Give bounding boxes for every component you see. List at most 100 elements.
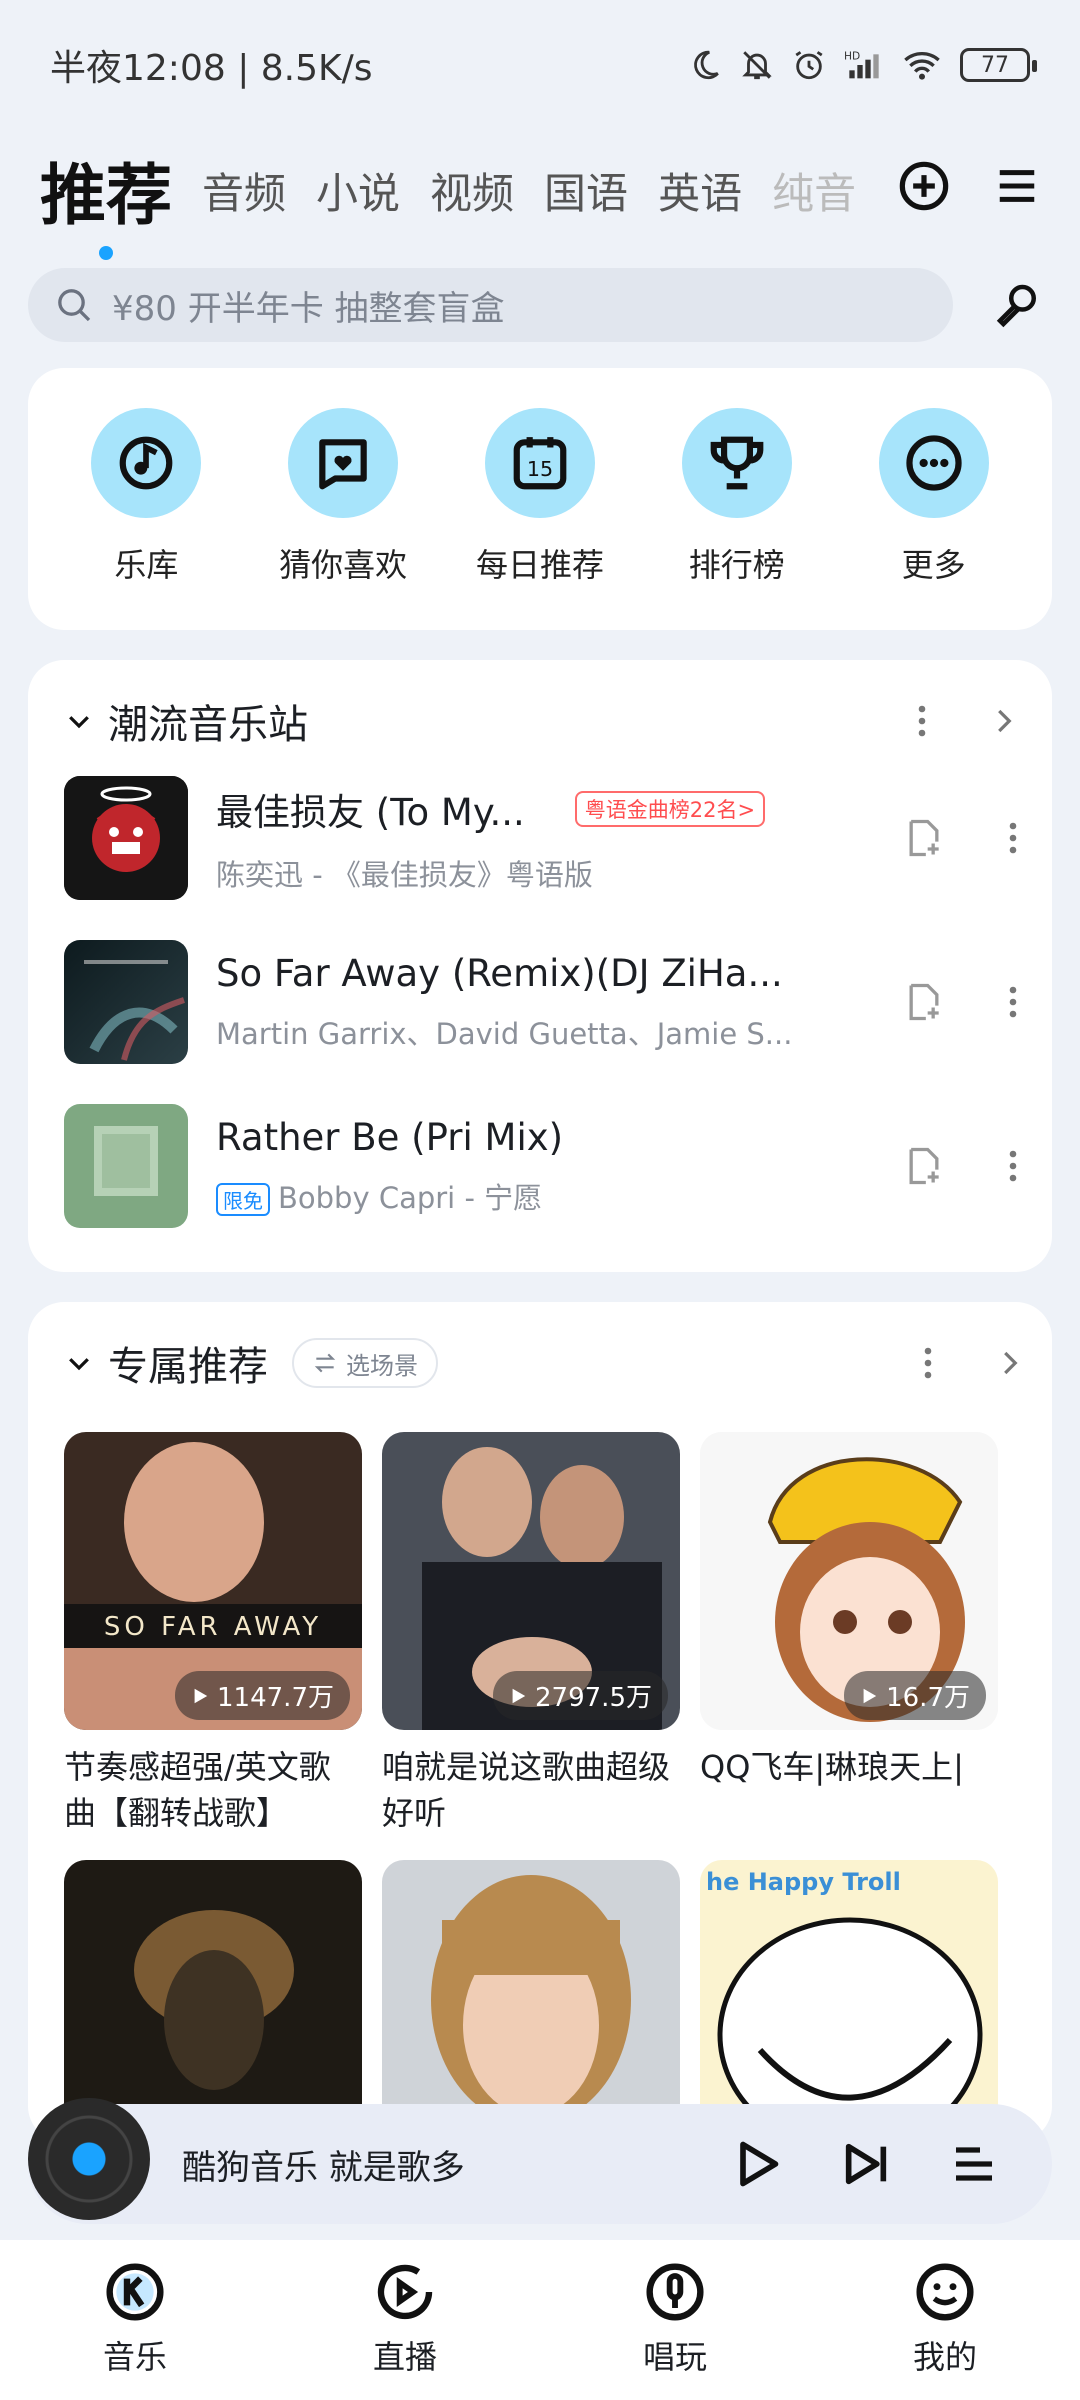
song-title: Rather Be (Pri Mix) xyxy=(216,1115,564,1159)
tab-audio[interactable]: 音频 xyxy=(202,160,286,221)
quick-item-daily[interactable]: 15 每日推荐 xyxy=(450,408,630,630)
battery-icon: 77 xyxy=(960,48,1037,82)
nav-music[interactable]: 音乐 xyxy=(55,2260,215,2400)
nav-label-music: 音乐 xyxy=(102,2338,167,2376)
more-vertical-icon[interactable] xyxy=(1008,820,1018,856)
music-library-icon xyxy=(120,436,173,490)
tab-mandarin[interactable]: 国语 xyxy=(544,160,628,221)
search-placeholder: ¥80 开半年卡 抽整套盲盒 xyxy=(112,288,505,329)
playlist-tile[interactable] xyxy=(382,1860,680,2142)
tab-pure-music[interactable]: 纯音 xyxy=(772,160,856,221)
quick-label-ranking: 排行榜 xyxy=(688,546,785,584)
playlist-thumbnail: 2797.5万 xyxy=(382,1432,680,1730)
bottom-nav: 音乐 直播 唱玩 我的 xyxy=(0,2240,1080,2400)
next-track-icon[interactable] xyxy=(840,2138,892,2190)
playlist-title: 咱就是说这歌曲超级好听 xyxy=(382,1748,671,1832)
nav-label-profile: 我的 xyxy=(912,2338,977,2376)
song-row[interactable]: 最佳损友 (To My... 粤语金曲榜22名> 陈奕迅 - 《最佳损友》粤语版 xyxy=(64,756,1018,920)
daily-day-number: 15 xyxy=(527,457,553,481)
menu-icon[interactable] xyxy=(994,163,1040,209)
quick-item-guess-like[interactable]: 猜你喜欢 xyxy=(253,408,433,630)
quick-label-daily: 每日推荐 xyxy=(475,546,604,584)
exclusive-header: 专属推荐 选场景 xyxy=(64,1328,1024,1398)
song-title: 最佳损友 (To My... xyxy=(216,791,525,834)
alarm-icon xyxy=(795,51,823,80)
choose-scene-label: 选场景 xyxy=(346,1351,418,1380)
choose-scene-button[interactable]: 选场景 xyxy=(292,1338,438,1388)
sing-mic-icon xyxy=(646,2263,704,2321)
playlist-title: 节奏感超强/英文歌曲【翻转战歌】 xyxy=(64,1748,331,1832)
chevron-down-icon[interactable] xyxy=(64,706,94,736)
playlist-thumbnail xyxy=(64,1860,362,2142)
svg-text:HD: HD xyxy=(844,50,860,63)
search-input[interactable]: ¥80 开半年卡 抽整套盲盒 xyxy=(28,268,953,342)
song-subtitle: 陈奕迅 - 《最佳损友》粤语版 xyxy=(216,858,593,892)
playlist-tile[interactable]: SO FAR AWAY 1147.7万 节奏感超强/英文歌曲【翻转战歌】 xyxy=(64,1432,362,1836)
add-circle-icon[interactable] xyxy=(898,160,950,212)
chevron-down-icon[interactable] xyxy=(64,1348,94,1378)
karaoke-mic-icon[interactable] xyxy=(991,278,1045,332)
playlist-grid: SO FAR AWAY 1147.7万 节奏感超强/英文歌曲【翻转战歌】 279… xyxy=(64,1432,1024,2142)
song-cover xyxy=(64,1104,188,1228)
playlist-tile[interactable] xyxy=(64,1860,362,2142)
playlist-tile[interactable]: 2797.5万 咱就是说这歌曲超级好听 xyxy=(382,1432,680,1836)
nav-live[interactable]: 直播 xyxy=(325,2260,485,2400)
song-row[interactable]: Rather Be (Pri Mix) 限免 Bobby Capri - 宁愿 xyxy=(64,1084,1018,1248)
trend-station-card: 潮流音乐站 最佳损友 (To My... 粤语金曲榜22名> 陈奕迅 - 《最佳损… xyxy=(28,660,1052,1272)
nav-profile[interactable]: 我的 xyxy=(865,2260,1025,2400)
tab-english[interactable]: 英语 xyxy=(658,160,742,221)
quick-item-library[interactable]: 乐库 xyxy=(56,408,236,630)
playlist-tile[interactable]: 16.7万 QQ飞车|琳琅天上| xyxy=(700,1432,998,1836)
signal-icon: HD xyxy=(844,50,879,79)
add-to-playlist-icon[interactable] xyxy=(902,1144,946,1188)
daily-calendar-icon: 15 xyxy=(513,437,567,490)
quick-label-guess-like: 猜你喜欢 xyxy=(279,546,408,584)
chevron-right-icon[interactable] xyxy=(994,1345,1024,1381)
play-count: 1147.7万 xyxy=(175,1671,350,1720)
play-small-icon xyxy=(863,1688,877,1703)
status-bar: 半夜12:08 | 8.5K/s HD 77 xyxy=(0,0,1080,130)
free-badge: 限免 xyxy=(216,1183,270,1216)
quick-menu-card: 乐库 猜你喜欢 15 每日推荐 排行榜 更多 xyxy=(28,368,1052,630)
nav-label-sing: 唱玩 xyxy=(642,2338,707,2376)
tab-novel[interactable]: 小说 xyxy=(316,160,400,221)
more-vertical-icon[interactable] xyxy=(1008,984,1018,1020)
more-vertical-icon[interactable] xyxy=(922,1345,934,1381)
add-to-playlist-icon[interactable] xyxy=(902,980,946,1024)
playlist-tile[interactable]: he Happy Troll xyxy=(700,1860,998,2142)
exclusive-recommend-card: 专属推荐 选场景 SO FAR AWAY 1147.7万 节奏感超强/英文歌曲【… xyxy=(28,1302,1052,2142)
trend-header: 潮流音乐站 xyxy=(64,686,1018,756)
nav-label-live: 直播 xyxy=(372,2338,437,2376)
wifi-icon xyxy=(904,52,940,80)
playlist-title: QQ飞车|琳琅天上| xyxy=(700,1748,964,1786)
tab-video[interactable]: 视频 xyxy=(430,160,514,221)
more-vertical-icon[interactable] xyxy=(916,703,928,739)
quick-label-library: 乐库 xyxy=(114,546,179,584)
mini-player-text: 酷狗音乐 就是歌多 xyxy=(182,2147,465,2188)
more-vertical-icon[interactable] xyxy=(1008,1148,1018,1184)
play-small-icon xyxy=(512,1688,526,1703)
playlist-thumbnail: 16.7万 xyxy=(700,1432,998,1730)
play-icon[interactable] xyxy=(730,2138,782,2190)
vinyl-disc-icon[interactable] xyxy=(28,2098,150,2220)
mute-bell-icon xyxy=(742,51,772,80)
rank-badge[interactable]: 粤语金曲榜22名> xyxy=(574,791,766,827)
playlist-queue-icon[interactable] xyxy=(950,2140,998,2188)
exclusive-title: 专属推荐 xyxy=(108,1344,268,1390)
song-row[interactable]: So Far Away (Remix)(DJ ZiHa... Martin Ga… xyxy=(64,920,1018,1084)
quick-item-ranking[interactable]: 排行榜 xyxy=(647,408,827,630)
music-k-icon xyxy=(106,2263,164,2321)
quick-item-more[interactable]: 更多 xyxy=(844,408,1024,630)
tab-recommend[interactable]: 推荐 xyxy=(40,142,172,260)
nav-sing[interactable]: 唱玩 xyxy=(595,2260,755,2400)
chevron-right-icon[interactable] xyxy=(988,703,1018,739)
play-count: 16.7万 xyxy=(844,1671,986,1720)
profile-face-icon xyxy=(916,2263,974,2321)
song-subtitle: Bobby Capri - 宁愿 xyxy=(278,1180,543,1215)
play-count: 2797.5万 xyxy=(493,1671,668,1720)
add-to-playlist-icon[interactable] xyxy=(902,816,946,860)
play-count-value: 2797.5万 xyxy=(535,1683,652,1713)
mini-player[interactable]: 酷狗音乐 就是歌多 xyxy=(28,2098,1052,2224)
status-icons: HD 77 xyxy=(688,48,1037,82)
status-time-speed: 半夜12:08 | 8.5K/s xyxy=(50,48,373,89)
